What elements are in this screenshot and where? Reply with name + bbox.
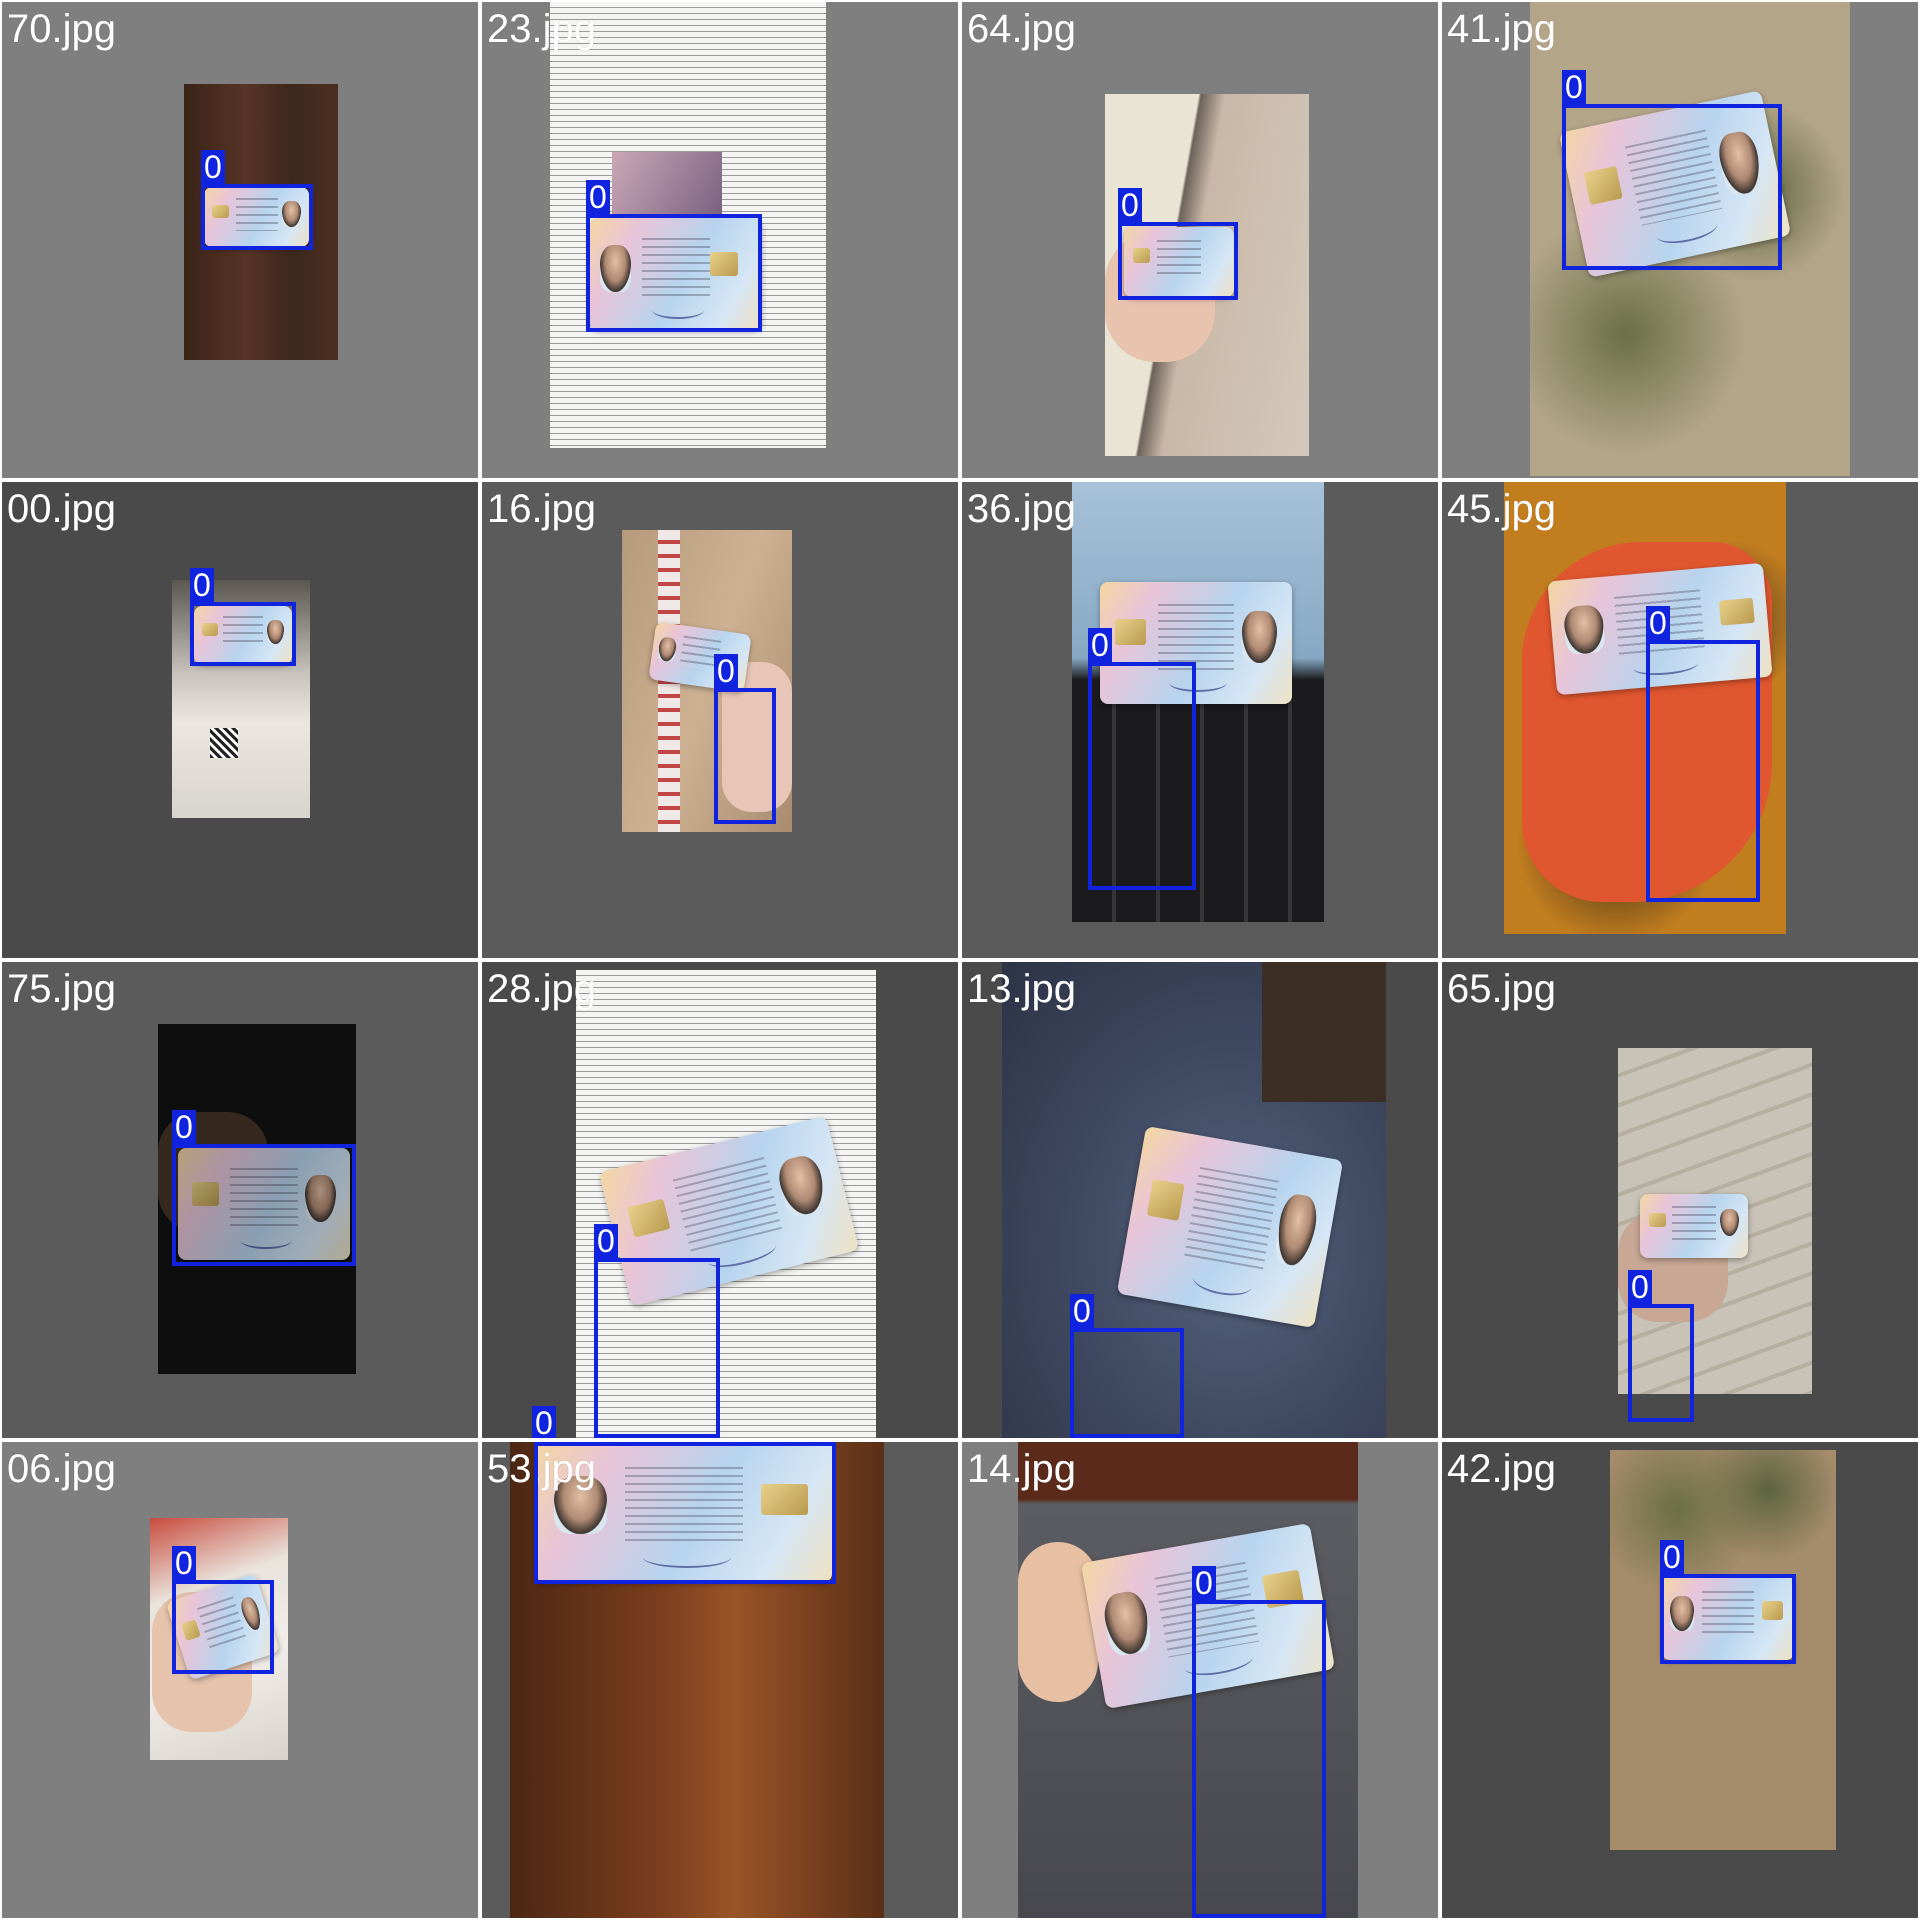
bounding-box [534,1442,836,1584]
bounding-box [172,1580,274,1674]
class-tag: 0 [594,1224,618,1258]
cell-filename: 64.jpg [967,7,1076,51]
bounding-box [1628,1304,1694,1422]
grid-cell-53: 0 53.jpg [482,1442,958,1918]
bounding-box [1070,1328,1184,1438]
class-tag: 0 [201,150,225,184]
class-tag: 0 [1628,1270,1652,1304]
bounding-box [1660,1574,1796,1664]
class-tag: 0 [1088,628,1112,662]
grid-cell-00: 0 00.jpg [2,482,478,958]
cell-filename: 16.jpg [487,487,596,531]
bounding-box [1192,1600,1326,1918]
cell-filename: 28.jpg [487,967,596,1011]
cell-filename: 70.jpg [7,7,116,51]
bounding-box [1088,662,1196,890]
grid-cell-65: 0 65.jpg [1442,962,1918,1438]
grid-cell-14: 0 14.jpg [962,1442,1438,1918]
bounding-box [586,214,762,332]
cell-filename: 75.jpg [7,967,116,1011]
class-tag: 0 [1070,1294,1094,1328]
qr-code [210,728,238,758]
cell-filename: 06.jpg [7,1447,116,1491]
cell-filename: 65.jpg [1447,967,1556,1011]
class-tag: 0 [1192,1566,1216,1600]
class-tag: 0 [1562,70,1586,104]
bounding-box [201,184,313,250]
class-tag: 0 [532,1406,556,1438]
class-tag: 0 [1660,1540,1684,1574]
class-tag: 0 [172,1546,196,1580]
grid-cell-41: 0 41.jpg [1442,2,1918,478]
class-tag: 0 [714,654,738,688]
bounding-box [1118,222,1238,300]
photo-inner-card [612,152,722,222]
class-tag: 0 [1118,188,1142,222]
grid-cell-28: 0 0 28.jpg [482,962,958,1438]
grid-cell-45: 0 45.jpg [1442,482,1918,958]
bounding-box [1646,640,1760,902]
cell-filename: 41.jpg [1447,7,1556,51]
id-card [1640,1194,1748,1258]
cell-filename: 36.jpg [967,487,1076,531]
cell-filename: 14.jpg [967,1447,1076,1491]
grid-cell-70: 0 70.jpg [2,2,478,478]
grid-cell-23: 0 23.jpg [482,2,958,478]
bounding-box [714,688,776,824]
cell-filename: 00.jpg [7,487,116,531]
cell-filename: 45.jpg [1447,487,1556,531]
bounding-box [172,1144,356,1266]
bounding-box [1562,104,1782,270]
bounding-box [190,602,296,666]
grid-cell-75: 0 75.jpg [2,962,478,1438]
grid-cell-36: 0 36.jpg [962,482,1438,958]
background-wall [1262,962,1386,1102]
grid-cell-06: 0 06.jpg [2,1442,478,1918]
cell-filename: 13.jpg [967,967,1076,1011]
grid-cell-13: 0 13.jpg [962,962,1438,1438]
class-tag: 0 [1646,606,1670,640]
grid-cell-42: 0 42.jpg [1442,1442,1918,1918]
bounding-box [594,1258,720,1438]
grid-cell-16: 0 16.jpg [482,482,958,958]
class-tag: 0 [190,568,214,602]
cell-filename: 23.jpg [487,7,596,51]
image-grid: 0 70.jpg 0 23.jpg 0 64.jpg 0 41.jpg 0 00… [0,0,1920,1920]
grid-cell-64: 0 64.jpg [962,2,1438,478]
cell-filename: 42.jpg [1447,1447,1556,1491]
id-card [1116,1125,1344,1329]
class-tag: 0 [586,180,610,214]
class-tag: 0 [172,1110,196,1144]
